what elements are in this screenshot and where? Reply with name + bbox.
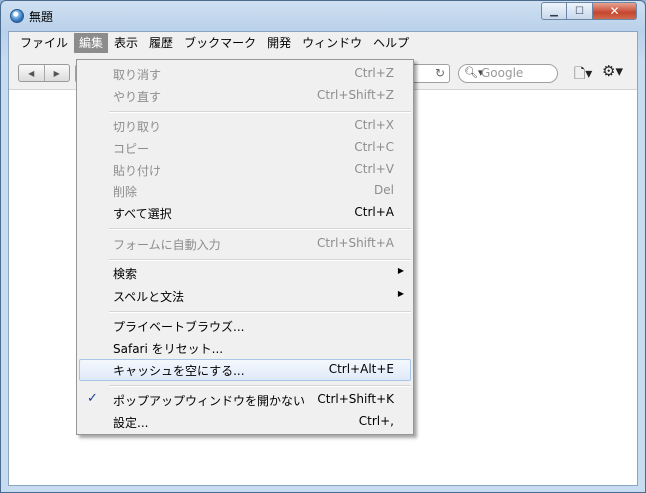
menu-paste-label: 貼り付け <box>113 164 162 178</box>
menu-separator <box>109 228 411 230</box>
menu-separator <box>109 259 411 261</box>
menu-copy-label: コピー <box>113 142 150 156</box>
browser-window: 無題 ▁ ☐ ✕ ファイル 編集 表示 履歴 ブックマーク 開発 ウィンドウ ヘ… <box>0 0 646 493</box>
menu-select-all-shortcut: Ctrl+A <box>354 205 394 219</box>
edit-menu-dropdown: 取り消す Ctrl+Z やり直す Ctrl+Shift+Z 切り取り Ctrl+… <box>76 59 414 435</box>
menu-find-label: 検索 <box>113 267 138 281</box>
submenu-arrow-icon: ▶ <box>397 266 404 275</box>
menu-spelling-label: スペルと文法 <box>113 290 185 304</box>
forward-button[interactable]: ▶ <box>45 65 70 81</box>
menu-paste-shortcut: Ctrl+V <box>354 162 394 176</box>
menu-cut[interactable]: 切り取り Ctrl+X <box>79 115 411 137</box>
maximize-button[interactable]: ☐ <box>567 2 593 20</box>
menu-select-all[interactable]: すべて選択 Ctrl+A <box>79 202 411 224</box>
menu-empty-cache-label: キャッシュを空にする... <box>113 364 245 378</box>
close-icon: ✕ <box>609 4 620 18</box>
menu-settings[interactable]: 設定... Ctrl+, <box>79 411 411 433</box>
menu-cut-shortcut: Ctrl+X <box>354 118 394 132</box>
menu-block-popups-label: ポップアップウィンドウを開かない <box>113 394 306 408</box>
menu-history[interactable]: 履歴 <box>144 33 178 53</box>
safari-app-icon <box>10 9 24 23</box>
menu-delete[interactable]: 削除 Del <box>79 180 411 202</box>
menu-separator <box>109 385 411 387</box>
menu-autofill-label: フォームに自動入力 <box>113 238 221 252</box>
back-arrow-icon: ◀ <box>28 68 35 78</box>
gear-icon[interactable]: ⚙▾ <box>602 62 623 80</box>
menu-file[interactable]: ファイル <box>15 33 73 53</box>
menu-paste[interactable]: 貼り付け Ctrl+V <box>79 159 411 181</box>
menu-edit[interactable]: 編集 <box>74 33 109 53</box>
maximize-icon: ☐ <box>575 5 584 17</box>
menu-help[interactable]: ヘルプ <box>368 33 414 53</box>
menu-settings-label: 設定... <box>113 416 149 430</box>
forward-arrow-icon: ▶ <box>53 68 60 78</box>
menu-copy[interactable]: コピー Ctrl+C <box>79 137 411 159</box>
menu-delete-shortcut: Del <box>374 183 394 197</box>
menu-window[interactable]: ウィンドウ <box>297 33 367 53</box>
menu-autofill-shortcut: Ctrl+Shift+A <box>317 236 394 250</box>
search-input[interactable] <box>481 66 553 80</box>
menu-undo[interactable]: 取り消す Ctrl+Z <box>79 63 411 85</box>
search-field[interactable]: 🔍︎▾ <box>458 64 558 83</box>
menu-bookmarks[interactable]: ブックマーク <box>179 33 261 53</box>
menu-reset-safari[interactable]: Safari をリセット... <box>79 337 411 359</box>
close-button[interactable]: ✕ <box>593 2 637 20</box>
menu-empty-cache-shortcut: Ctrl+Alt+E <box>328 362 394 376</box>
menu-private-browsing[interactable]: プライベートブラウズ... <box>79 315 411 337</box>
reload-icon[interactable]: ↻ <box>435 66 445 80</box>
menu-reset-safari-label: Safari をリセット... <box>113 342 224 356</box>
menu-separator <box>109 311 411 313</box>
menu-block-popups-shortcut: Ctrl+Shift+K <box>317 392 394 406</box>
checkmark-icon: ✓ <box>87 391 98 406</box>
menu-spelling[interactable]: スペルと文法 ▶ <box>79 285 411 307</box>
submenu-arrow-icon: ▶ <box>397 289 404 298</box>
page-menu-icon[interactable]: 🗋▾ <box>574 63 592 87</box>
menu-delete-label: 削除 <box>113 185 138 199</box>
menu-undo-shortcut: Ctrl+Z <box>354 66 394 80</box>
window-title: 無題 <box>29 10 54 24</box>
menu-select-all-label: すべて選択 <box>113 207 172 221</box>
window-controls: ▁ ☐ ✕ <box>541 2 637 22</box>
nav-buttons: ◀ ▶ <box>18 64 70 82</box>
minimize-button[interactable]: ▁ <box>541 2 567 20</box>
menu-view[interactable]: 表示 <box>109 33 143 53</box>
menu-develop[interactable]: 開発 <box>262 33 296 53</box>
menu-autofill[interactable]: フォームに自動入力 Ctrl+Shift+A <box>79 233 411 255</box>
menu-redo[interactable]: やり直す Ctrl+Shift+Z <box>79 85 411 107</box>
minimize-icon: ▁ <box>550 5 558 17</box>
menu-cut-label: 切り取り <box>113 120 162 134</box>
menu-private-browsing-label: プライベートブラウズ... <box>113 320 245 334</box>
menu-block-popups[interactable]: ✓ ポップアップウィンドウを開かない Ctrl+Shift+K <box>79 389 411 411</box>
menu-redo-shortcut: Ctrl+Shift+Z <box>317 88 394 102</box>
menu-undo-label: 取り消す <box>113 68 162 82</box>
menu-find[interactable]: 検索 ▶ <box>79 262 411 284</box>
menu-bar: ファイル 編集 表示 履歴 ブックマーク 開発 ウィンドウ ヘルプ <box>9 32 637 54</box>
menu-separator <box>109 111 411 113</box>
back-button[interactable]: ◀ <box>19 65 45 81</box>
menu-empty-cache[interactable]: キャッシュを空にする... Ctrl+Alt+E <box>79 359 411 381</box>
menu-settings-shortcut: Ctrl+, <box>358 414 394 428</box>
menu-copy-shortcut: Ctrl+C <box>354 140 394 154</box>
menu-redo-label: やり直す <box>113 90 162 104</box>
title-bar: 無題 ▁ ☐ ✕ <box>1 1 645 31</box>
